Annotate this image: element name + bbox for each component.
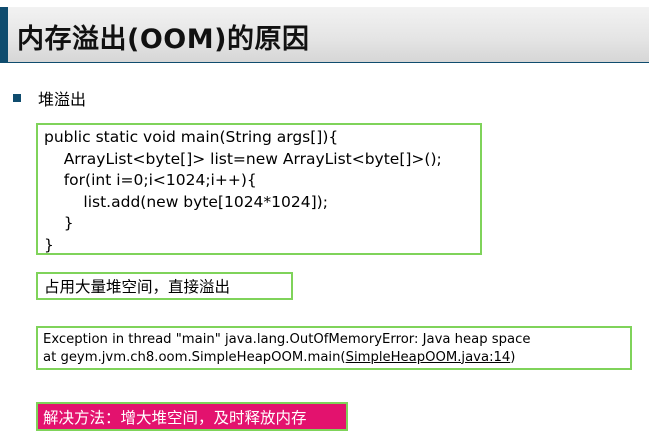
- source-link[interactable]: SimpleHeapOOM.java:14: [346, 350, 511, 365]
- code-block: public static void main(String args[]){ …: [36, 123, 482, 255]
- note-text: 占用大量堆空间，直接溢出: [44, 278, 231, 296]
- exception-line-2-suffix: ): [510, 349, 516, 365]
- exception-line-2-prefix: at geym.jvm.ch8.oom.SimpleHeapOOM.main(: [43, 349, 346, 365]
- bullet-label: 堆溢出: [38, 90, 87, 109]
- title-accent-bar: [0, 7, 8, 62]
- title-divider: [0, 62, 649, 63]
- code-line: }: [44, 235, 54, 254]
- code-line: public static void main(String args[]){: [44, 128, 339, 146]
- solution-box: 解决方法：增大堆空间，及时释放内存: [36, 402, 348, 431]
- exception-line-1: Exception in thread "main" java.lang.Out…: [43, 332, 531, 347]
- code-line: list.add(new byte[1024*1024]);: [44, 192, 328, 211]
- code-line: }: [44, 214, 74, 233]
- solution-text: 解决方法：增大堆空间，及时释放内存: [43, 408, 307, 427]
- square-bullet-icon: [13, 94, 21, 102]
- code-line: for(int i=0;i<1024;i++){: [44, 171, 257, 190]
- exception-line-2: at geym.jvm.ch8.oom.SimpleHeapOOM.main(S…: [43, 349, 630, 367]
- bullet-item: 堆溢出: [13, 87, 86, 109]
- slide-title: 内存溢出(OOM)的原因: [17, 24, 310, 55]
- title-bar: 内存溢出(OOM)的原因: [0, 7, 649, 62]
- code-line: ArrayList<byte[]> list=new ArrayList<byt…: [44, 149, 442, 168]
- note-box: 占用大量堆空间，直接溢出: [36, 272, 293, 300]
- exception-box: Exception in thread "main" java.lang.Out…: [36, 326, 632, 370]
